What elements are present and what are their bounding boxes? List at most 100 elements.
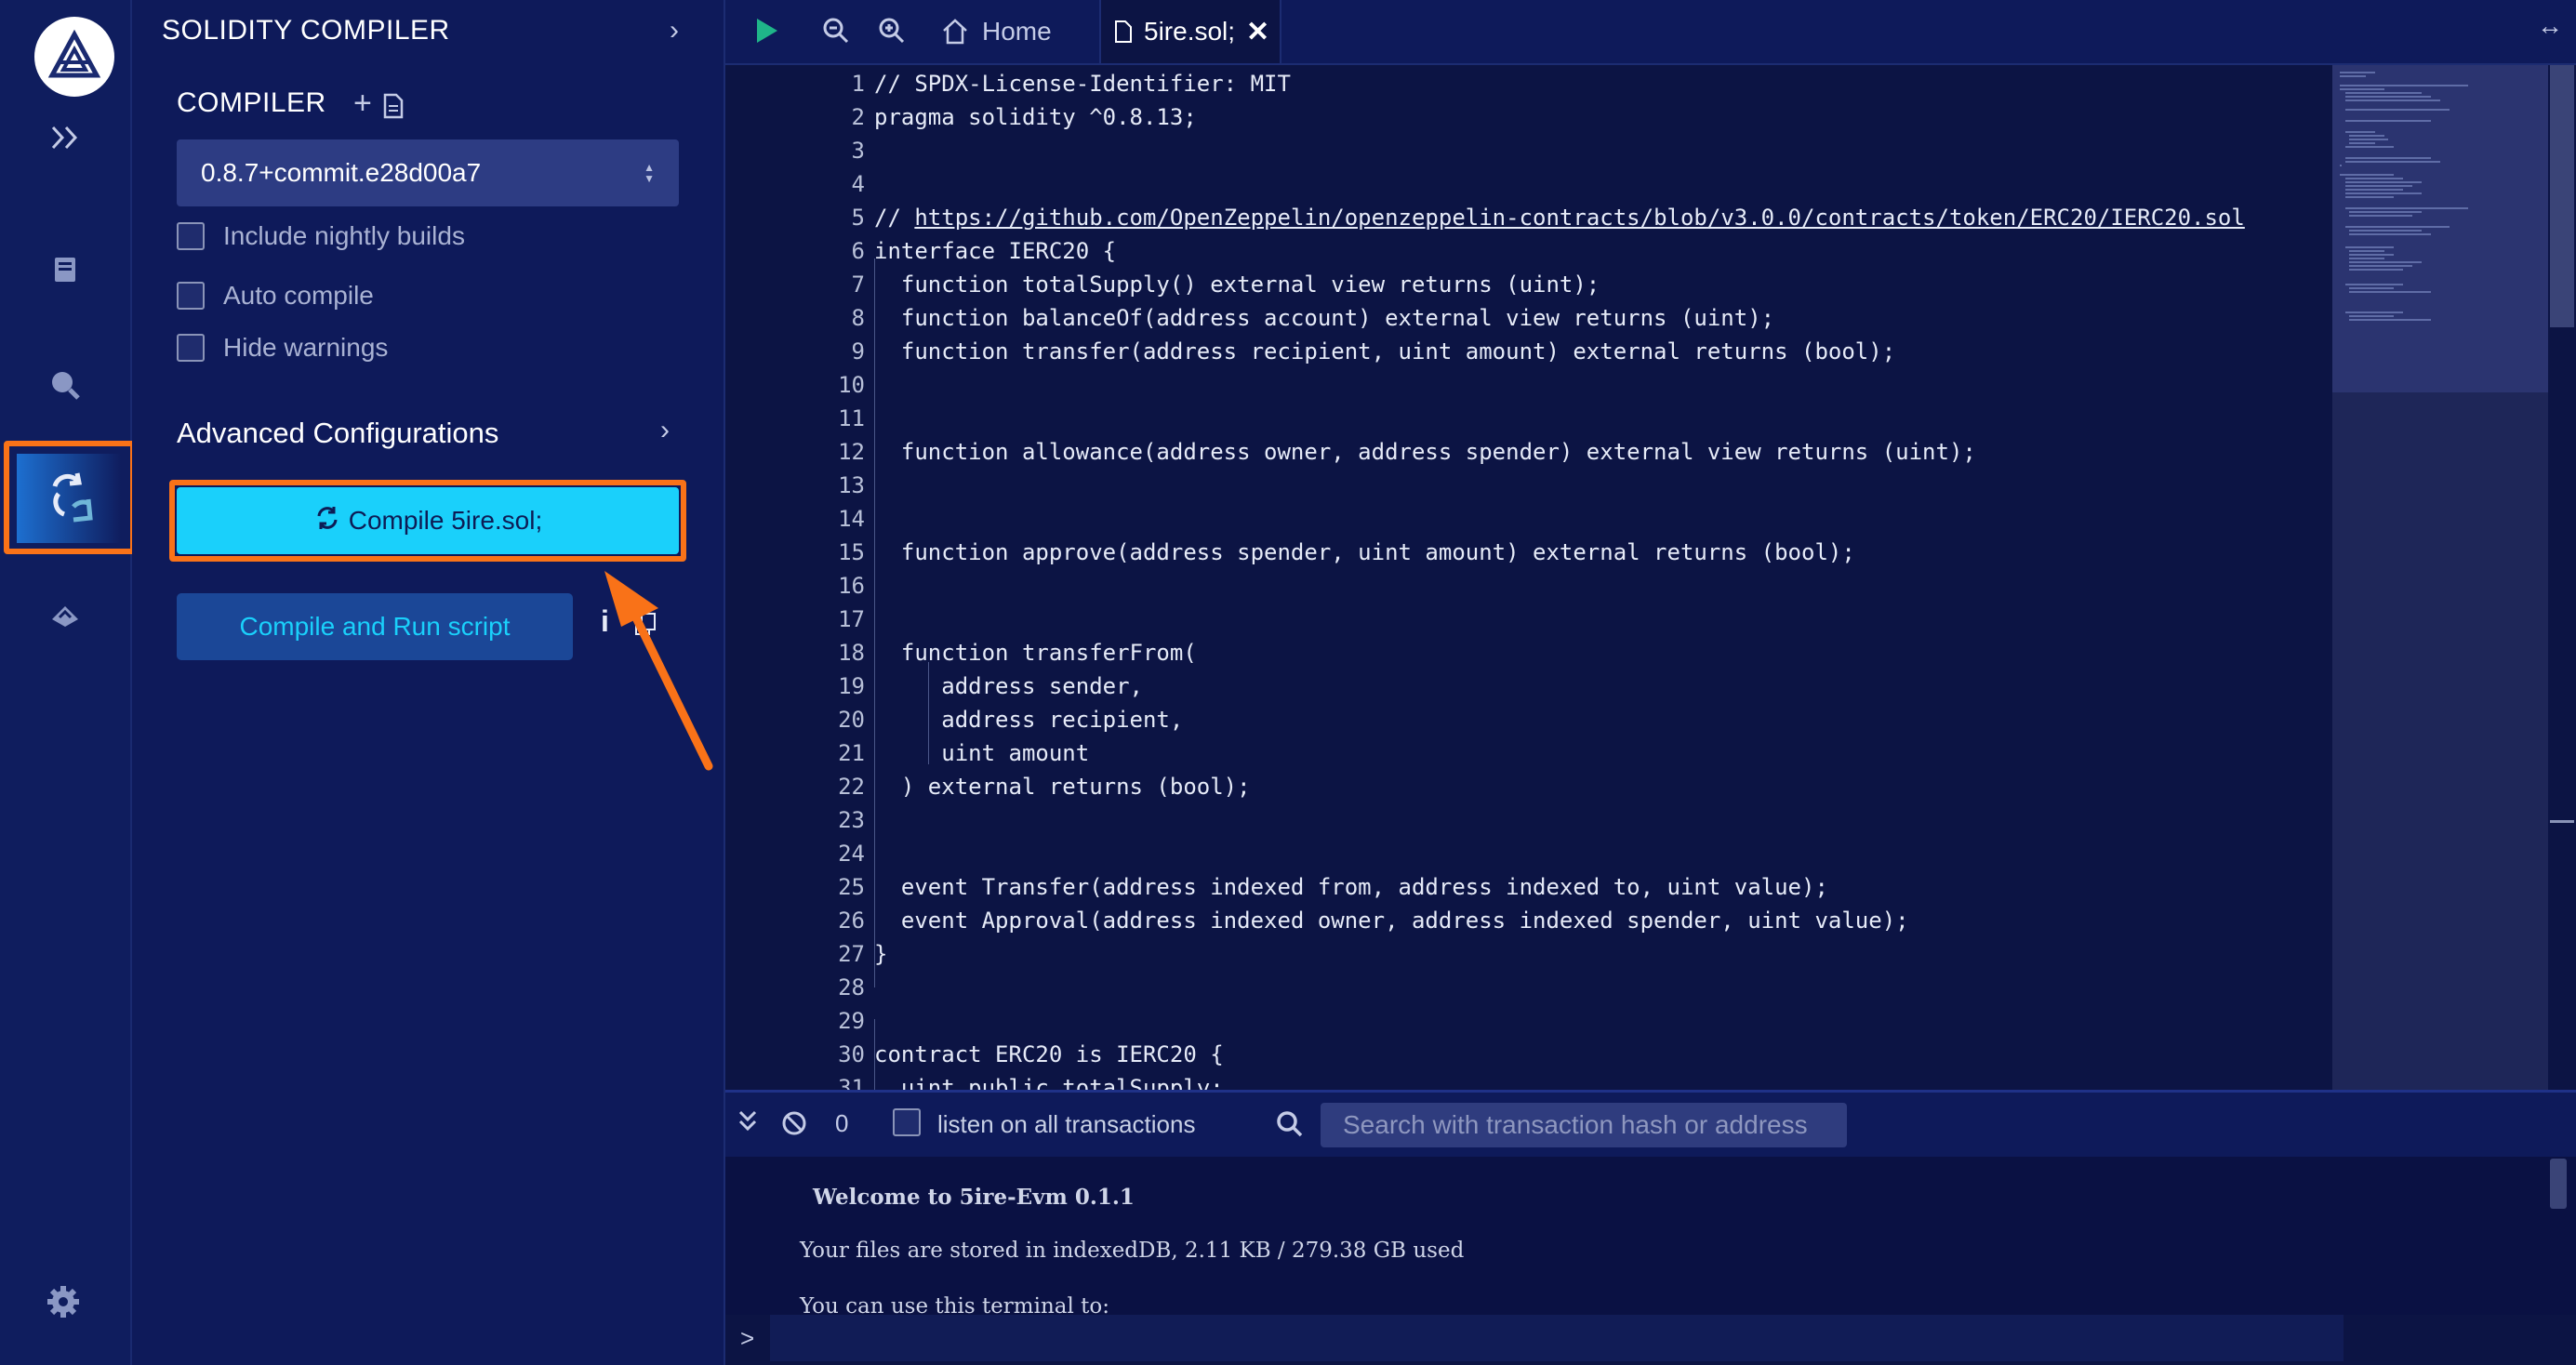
- pending-tx-count: 0: [835, 1109, 849, 1137]
- code-editor[interactable]: 1 2 3 4 5 6 7 8 9 10 11 12 13 14 15 16 17 18 19 20 21 22 23 24 2…: [725, 65, 2576, 1090]
- code-text: contract ERC20 is IERC20 {: [874, 1041, 1224, 1067]
- editor-scrollbar[interactable]: [2548, 65, 2576, 1090]
- line-number: 6: [851, 238, 865, 264]
- code-line: address recipient,: [874, 703, 1183, 736]
- code-line: address sender,: [874, 669, 1143, 703]
- auto-compile-option[interactable]: Auto compile: [177, 281, 374, 311]
- expand-icon[interactable]: [37, 112, 93, 164]
- line-number: 29: [838, 1008, 865, 1034]
- editor-scroll-thumb[interactable]: [2550, 65, 2574, 327]
- terminal-partial-line: You can use this terminal to:: [800, 1294, 1109, 1315]
- line-number: 8: [851, 305, 865, 331]
- terminal-command-input[interactable]: [770, 1315, 2344, 1361]
- code-line: // SPDX-License-Identifier: MIT: [874, 67, 1291, 100]
- compiler-doc-icon[interactable]: [383, 93, 404, 124]
- line-number: 24: [838, 841, 865, 867]
- code-text: address sender,: [874, 673, 1143, 699]
- auto-compile-label: Auto compile: [223, 281, 374, 310]
- zoom-out-icon[interactable]: [822, 17, 850, 49]
- compiler-label: COMPILER: [177, 87, 326, 118]
- terminal-scroll-thumb[interactable]: [2550, 1159, 2567, 1209]
- zoom-in-icon[interactable]: [878, 17, 906, 49]
- tab-home-label: Home: [982, 17, 1052, 46]
- indent-guide: [928, 662, 929, 764]
- code-text: }: [874, 941, 888, 967]
- line-number: 15: [838, 539, 865, 565]
- solidity-compiler-tab-highlight[interactable]: [4, 441, 136, 554]
- hide-warnings-option[interactable]: Hide warnings: [177, 333, 388, 363]
- code-line: // https://github.com/OpenZeppelin/openz…: [874, 201, 2245, 234]
- home-icon: [941, 18, 969, 46]
- code-text: uint public totalSupply;: [874, 1075, 1224, 1090]
- compile-button-label: Compile 5ire.sol;: [348, 506, 543, 535]
- scroll-marker: [2550, 820, 2574, 823]
- refresh-icon: [313, 504, 341, 538]
- close-tab-icon[interactable]: ✕: [1246, 16, 1269, 48]
- deploy-run-icon[interactable]: [37, 590, 93, 642]
- collapse-terminal-icon[interactable]: [737, 1108, 759, 1141]
- line-number: 12: [838, 439, 865, 465]
- nightly-builds-option[interactable]: Include nightly builds: [177, 221, 465, 251]
- add-compiler-icon[interactable]: +: [353, 87, 372, 119]
- compile-button[interactable]: Compile 5ire.sol;: [177, 487, 679, 554]
- compile-and-run-button[interactable]: Compile and Run script: [177, 593, 573, 660]
- code-text: function allowance(address owner, addres…: [874, 439, 1976, 465]
- compiler-version-value: 0.8.7+commit.e28d00a7: [201, 158, 482, 187]
- clear-terminal-icon[interactable]: [781, 1110, 807, 1141]
- tab-home[interactable]: Home: [941, 0, 1090, 63]
- line-number: 23: [838, 807, 865, 833]
- logo-icon: [47, 29, 101, 78]
- icon-panel: [0, 0, 136, 1365]
- indent-guide: [874, 258, 875, 987]
- line-number: 4: [851, 171, 865, 197]
- file-explorer-icon[interactable]: [37, 244, 93, 296]
- transaction-search-input[interactable]: Search with transaction hash or address: [1321, 1103, 1847, 1147]
- code-line: function balanceOf(address account) exte…: [874, 301, 1774, 335]
- code-text: //: [874, 205, 915, 231]
- settings-icon[interactable]: [35, 1276, 91, 1328]
- code-text: uint amount: [874, 740, 1090, 766]
- code-text: event Transfer(address indexed from, add…: [874, 874, 1828, 900]
- line-number: 3: [851, 138, 865, 164]
- line-number: 13: [838, 472, 865, 498]
- terminal-output[interactable]: Welcome to 5ire-Evm 0.1.1 Your files are…: [725, 1157, 2576, 1315]
- annotation-arrow-icon: [604, 571, 713, 771]
- line-number: 17: [838, 606, 865, 632]
- code-minimap[interactable]: [2332, 65, 2548, 1090]
- hide-warnings-checkbox[interactable]: [177, 334, 205, 362]
- code-line: }: [874, 937, 887, 971]
- code-link[interactable]: https://github.com/OpenZeppelin/openzepp…: [914, 205, 2244, 231]
- listen-transactions-checkbox[interactable]: [893, 1108, 921, 1136]
- line-number: 1: [851, 71, 865, 97]
- solidity-compiler-icon: [17, 454, 121, 543]
- code-text: ) external returns (bool);: [874, 774, 1251, 800]
- line-number: 18: [838, 640, 865, 666]
- run-script-icon[interactable]: [755, 17, 779, 49]
- nightly-builds-checkbox[interactable]: [177, 222, 205, 250]
- compiler-version-select[interactable]: 0.8.7+commit.e28d00a7 ▲ ▼: [177, 139, 679, 206]
- line-number: 10: [838, 372, 865, 398]
- search-icon[interactable]: [37, 359, 93, 411]
- code-line: contract ERC20 is IERC20 {: [874, 1038, 1224, 1071]
- app-logo[interactable]: [34, 17, 114, 97]
- auto-compile-checkbox[interactable]: [177, 282, 205, 310]
- line-number: 9: [851, 338, 865, 364]
- prompt-symbol: >: [740, 1324, 755, 1352]
- code-text: function approve(address spender, uint a…: [874, 539, 1855, 565]
- terminal-prompt-bar: >: [725, 1315, 2576, 1365]
- code-line: uint public totalSupply;: [874, 1071, 1224, 1090]
- line-number: 27: [838, 941, 865, 967]
- terminal-welcome: Welcome to 5ire-Evm 0.1.1: [813, 1185, 1135, 1210]
- indent-guide: [874, 1019, 875, 1090]
- line-number: 5: [851, 205, 865, 231]
- panel-chevron-icon[interactable]: ›: [670, 15, 679, 46]
- tab-file-5ire[interactable]: 5ire.sol; ✕: [1099, 0, 1281, 63]
- advanced-configurations-toggle[interactable]: Advanced Configurations: [177, 417, 498, 450]
- line-number: 21: [838, 740, 865, 766]
- advanced-chevron-icon[interactable]: ›: [660, 415, 670, 446]
- terminal-scrollbar[interactable]: [2544, 1157, 2572, 1315]
- line-number: 28: [838, 974, 865, 1001]
- code-text: interface IERC20 {: [874, 238, 1117, 264]
- expand-horizontal-icon[interactable]: ↔: [2537, 11, 2563, 41]
- line-number: 31: [838, 1075, 865, 1090]
